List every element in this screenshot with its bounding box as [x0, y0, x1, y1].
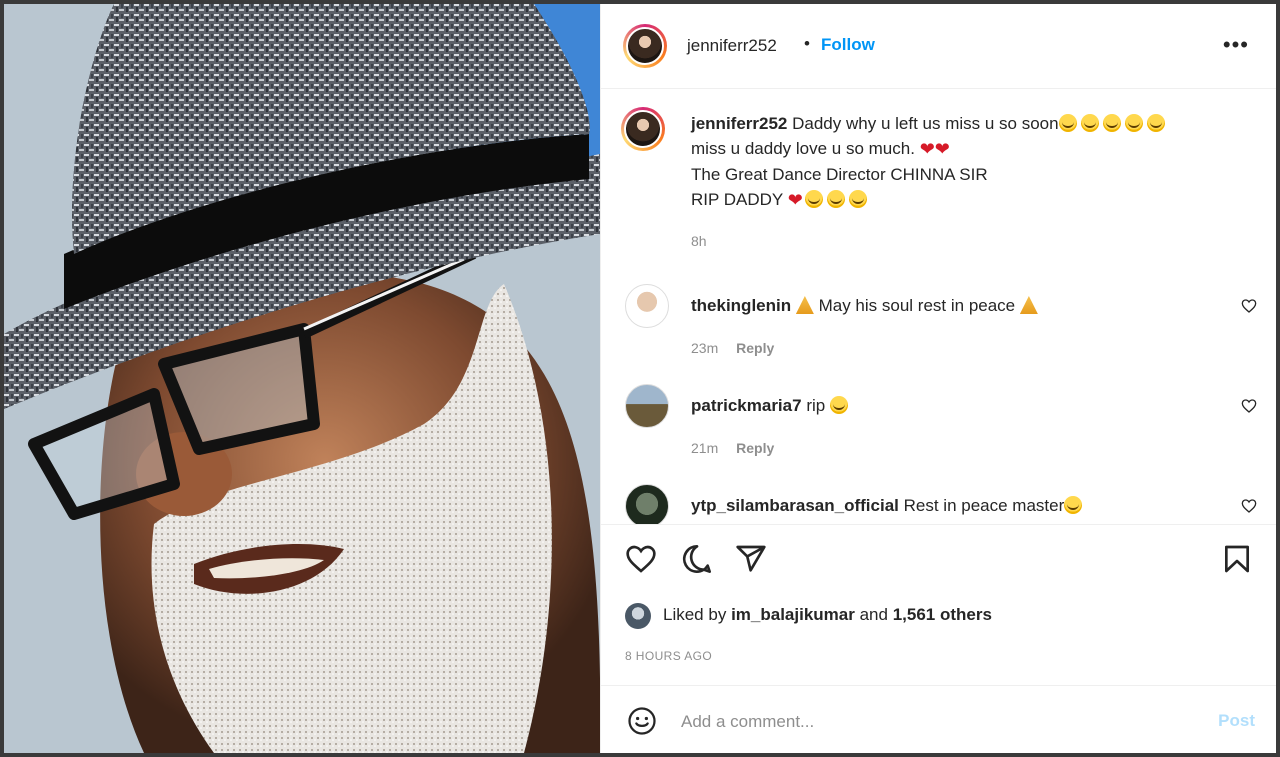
likes-others-count[interactable]: 1,561 others [893, 605, 992, 624]
crying-emoji-icon [804, 190, 871, 209]
caption-line-4: RIP DADDY [691, 190, 783, 209]
caption-line-3: The Great Dance Director CHINNA SIR [691, 165, 988, 184]
caption-line-1: Daddy why u left us miss u so soon [792, 114, 1059, 133]
post-comment-button[interactable]: Post [1218, 711, 1255, 731]
commenter-username[interactable]: ytp_silambarasan_official [691, 496, 899, 515]
man-with-hat-illustration [4, 4, 600, 753]
more-options-icon[interactable]: ••• [1223, 32, 1249, 58]
emoji-smiley-icon[interactable] [627, 706, 657, 736]
caption-timestamp[interactable]: 8h [691, 233, 707, 249]
add-comment-bar: Post [601, 685, 1276, 753]
comment-text: thekinglenin May his soul rest in peace [691, 296, 1038, 316]
comment-body: rip [806, 396, 826, 415]
caption-avatar[interactable] [621, 107, 665, 151]
comment-bubble-icon[interactable] [681, 543, 713, 575]
comment-text: ytp_silambarasan_official Rest in peace … [691, 496, 1086, 516]
comment-body: Rest in peace master [903, 496, 1065, 515]
praying-hands-emoji-icon [795, 296, 814, 314]
author-avatar[interactable] [623, 24, 667, 68]
comments-section[interactable]: jenniferr252 Daddy why u left us miss u … [601, 89, 1276, 524]
caption-line-2: miss u daddy love u so much. [691, 139, 915, 158]
commenter-username[interactable]: thekinglenin [691, 296, 791, 315]
reply-button[interactable]: Reply [736, 340, 774, 356]
comment-row: ytp_silambarasan_official Rest in peace … [601, 484, 1276, 524]
save-bookmark-icon[interactable] [1221, 543, 1253, 575]
comment-meta: 21m Reply [691, 440, 774, 456]
reply-button[interactable]: Reply [736, 440, 774, 456]
author-username[interactable]: jenniferr252 [687, 36, 777, 56]
red-heart-emoji-icon: ❤ [787, 190, 803, 210]
separator-dot: • [804, 34, 810, 53]
comment-row: thekinglenin May his soul rest in peace … [601, 284, 1276, 384]
likes-summary: Liked by im_balajikumar and 1,561 others [663, 605, 992, 625]
liker-avatar[interactable] [625, 603, 651, 629]
like-heart-icon[interactable] [625, 543, 657, 575]
instagram-post-window: jenniferr252 • Follow ••• jenniferr252 D… [4, 4, 1276, 753]
follow-button[interactable]: Follow [821, 35, 875, 55]
caption-avatar-image [624, 110, 662, 148]
caption-username[interactable]: jenniferr252 [691, 114, 787, 133]
post-caption: jenniferr252 Daddy why u left us miss u … [691, 111, 1231, 213]
sad-emoji-icon [829, 396, 848, 414]
comment-time[interactable]: 23m [691, 340, 718, 356]
heart-outline-icon[interactable] [1241, 498, 1257, 514]
post-details-pane: jenniferr252 • Follow ••• jenniferr252 D… [600, 4, 1276, 753]
commenter-avatar[interactable] [625, 384, 669, 428]
add-comment-input[interactable] [679, 706, 1183, 738]
comment-body: May his soul rest in peace [818, 296, 1016, 315]
comment-meta: 23m Reply [691, 340, 774, 356]
post-photo[interactable] [4, 4, 600, 753]
commenter-avatar[interactable] [625, 284, 669, 328]
commenter-username[interactable]: patrickmaria7 [691, 396, 802, 415]
likes-prefix: Liked by [663, 605, 727, 624]
comment-time[interactable]: 21m [691, 440, 718, 456]
share-paper-plane-icon[interactable] [735, 543, 767, 575]
likes-and: and [859, 605, 888, 624]
author-avatar-image [626, 27, 664, 65]
liker-username[interactable]: im_balajikumar [731, 605, 855, 624]
post-header: jenniferr252 • Follow ••• [601, 4, 1276, 89]
commenter-avatar[interactable] [625, 484, 669, 524]
red-heart-emoji-icon: ❤❤ [919, 139, 950, 159]
praying-hands-emoji-icon [1019, 296, 1038, 314]
crying-emoji-icon [1058, 114, 1169, 133]
sad-emoji-icon [1064, 496, 1083, 514]
post-actions: Liked by im_balajikumar and 1,561 others… [601, 524, 1276, 753]
post-timestamp[interactable]: 8 HOURS AGO [625, 649, 712, 663]
heart-outline-icon[interactable] [1241, 298, 1257, 314]
comment-row: patrickmaria7 rip 21m Reply [601, 384, 1276, 484]
heart-outline-icon[interactable] [1241, 398, 1257, 414]
comment-text: patrickmaria7 rip [691, 396, 852, 416]
